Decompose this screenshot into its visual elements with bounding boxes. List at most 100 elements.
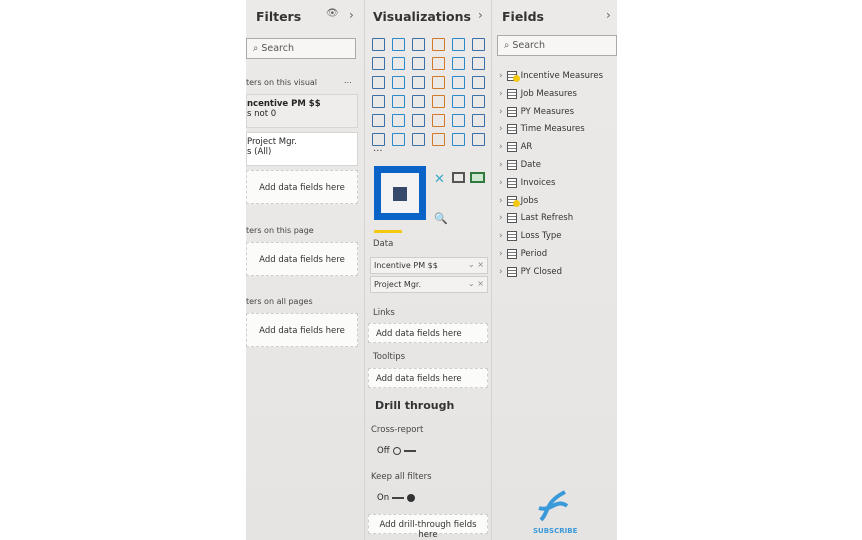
- fields-search-input[interactable]: ⌕ Search: [497, 35, 617, 56]
- eye-icon[interactable]: 👁: [326, 8, 339, 19]
- qa-icon[interactable]: [432, 133, 445, 146]
- expand-chevron-icon[interactable]: ›: [499, 160, 503, 170]
- azure-map-icon[interactable]: [432, 95, 445, 108]
- field-table-item[interactable]: › Time Measures: [499, 122, 585, 136]
- stacked-area-icon[interactable]: [412, 57, 425, 70]
- custom-visual-icon[interactable]: [452, 172, 465, 183]
- more-options-icon[interactable]: ...: [344, 76, 352, 85]
- collapse-fields-icon[interactable]: ›: [606, 8, 611, 22]
- field-name: Job Measures: [520, 88, 577, 99]
- clustered-bar-icon[interactable]: [412, 38, 425, 51]
- matrix-icon[interactable]: [452, 114, 465, 127]
- custom-visual-icon[interactable]: [470, 172, 485, 183]
- line-clustered-icon[interactable]: [452, 57, 465, 70]
- field-table-item[interactable]: › PY Closed: [499, 265, 562, 279]
- smart-narrative-icon[interactable]: [452, 133, 465, 146]
- filters-search-input[interactable]: ⌕ Search: [246, 38, 356, 59]
- donut-icon[interactable]: [452, 76, 465, 89]
- 100-column-icon[interactable]: [472, 38, 485, 51]
- subscribe-text: SUBSCRIBE: [533, 527, 578, 535]
- line-icon[interactable]: [372, 57, 385, 70]
- field-name: Time Measures: [520, 124, 585, 135]
- map-icon[interactable]: [372, 95, 385, 108]
- field-table-item[interactable]: › Date: [499, 158, 541, 172]
- links-label: Links: [373, 308, 395, 318]
- shape-map-icon[interactable]: [412, 95, 425, 108]
- stacked-bar-icon[interactable]: [372, 38, 385, 51]
- keep-filters-toggle[interactable]: On: [377, 493, 416, 503]
- field-name: Invoices: [520, 177, 556, 188]
- field-table-item[interactable]: › Invoices: [499, 176, 555, 190]
- table-icon: [506, 249, 517, 259]
- stacked-column-icon[interactable]: [392, 38, 405, 51]
- treemap-icon[interactable]: [472, 76, 485, 89]
- drill-add-fields[interactable]: Add drill-through fields here: [368, 514, 488, 540]
- ribbon-icon[interactable]: [472, 57, 485, 70]
- slicer-icon[interactable]: [412, 114, 425, 127]
- field-name: Loss Type: [520, 231, 562, 242]
- field-table-item[interactable]: › Incentive Measures: [499, 69, 603, 83]
- table-icon: [506, 142, 517, 153]
- expand-chevron-icon[interactable]: ›: [499, 71, 503, 81]
- custom-visual-icon[interactable]: ✕: [434, 172, 445, 187]
- field-table-item[interactable]: › AR: [499, 140, 532, 154]
- gauge-icon[interactable]: [452, 95, 465, 108]
- expand-chevron-icon[interactable]: ›: [499, 196, 503, 206]
- custom-visual-selected[interactable]: [374, 166, 426, 220]
- expand-chevron-icon[interactable]: ›: [499, 231, 503, 241]
- tooltips-add-fields[interactable]: Add data fields here: [368, 368, 488, 388]
- line-column-icon[interactable]: [432, 57, 445, 70]
- clustered-column-icon[interactable]: [432, 38, 445, 51]
- field-table-item[interactable]: › PY Measures: [499, 105, 574, 119]
- filter-card[interactable]: Project Mgr. s (All): [246, 132, 358, 166]
- expand-chevron-icon[interactable]: ›: [499, 142, 503, 152]
- paginated-icon[interactable]: [472, 133, 485, 146]
- table-icon: [506, 88, 517, 99]
- field-name: Last Refresh: [520, 213, 574, 224]
- expand-chevron-icon[interactable]: ›: [499, 267, 503, 277]
- links-add-fields[interactable]: Add data fields here: [368, 323, 488, 343]
- expand-chevron-icon[interactable]: ›: [499, 178, 503, 188]
- expand-chevron-icon[interactable]: ›: [499, 213, 503, 223]
- expand-chevron-icon[interactable]: ›: [499, 89, 503, 99]
- collapse-viz-icon[interactable]: ›: [478, 8, 483, 22]
- filled-map-icon[interactable]: [392, 95, 405, 108]
- 100-bar-icon[interactable]: [452, 38, 465, 51]
- filter-card[interactable]: ncentive PM $$ s not 0: [246, 94, 358, 128]
- multirow-card-icon[interactable]: [372, 114, 385, 127]
- r-visual-icon[interactable]: [472, 114, 485, 127]
- visual-add-fields[interactable]: Add data fields here: [246, 170, 358, 204]
- decomposition-tree-icon[interactable]: [412, 133, 425, 146]
- key-influencers-icon[interactable]: [392, 133, 405, 146]
- field-table-item[interactable]: › Last Refresh: [499, 211, 573, 225]
- data-well-field[interactable]: Project Mgr. ⌄ ×: [370, 276, 488, 293]
- area-icon[interactable]: [392, 57, 405, 70]
- page-add-fields[interactable]: Add data fields here: [246, 242, 358, 276]
- data-well-field[interactable]: Incentive PM $$ ⌄ ×: [370, 257, 488, 274]
- visualizations-pane: Visualizations › ... ✕ 🔍 Data Incentive …: [366, 0, 492, 540]
- field-table-item[interactable]: › Loss Type: [499, 229, 561, 243]
- expand-chevron-icon[interactable]: ›: [499, 107, 503, 117]
- cross-report-toggle[interactable]: Off: [377, 446, 416, 456]
- scatter-icon[interactable]: [412, 76, 425, 89]
- table-icon[interactable]: [432, 114, 445, 127]
- visual-filters-header: ters on this visual: [246, 78, 318, 87]
- field-table-item[interactable]: › Jobs: [499, 194, 538, 208]
- field-table-item[interactable]: › Job Measures: [499, 87, 577, 101]
- subscribe-logo[interactable]: [535, 488, 571, 524]
- waterfall-icon[interactable]: [372, 76, 385, 89]
- analytics-tab-icon[interactable]: 🔍: [434, 212, 448, 225]
- all-pages-add-fields[interactable]: Add data fields here: [246, 313, 358, 347]
- collapse-filters-icon[interactable]: ›: [349, 8, 354, 22]
- card-icon[interactable]: [472, 95, 485, 108]
- pie-icon[interactable]: [432, 76, 445, 89]
- fields-title: Fields: [502, 9, 544, 24]
- field-table-item[interactable]: › Period: [499, 247, 547, 261]
- data-label: Data: [373, 239, 394, 249]
- page-filters-header: ters on this page: [246, 226, 314, 235]
- expand-chevron-icon[interactable]: ›: [499, 249, 503, 259]
- more-visuals-icon[interactable]: ...: [373, 143, 383, 154]
- funnel-icon[interactable]: [392, 76, 405, 89]
- expand-chevron-icon[interactable]: ›: [499, 124, 503, 134]
- kpi-icon[interactable]: [392, 114, 405, 127]
